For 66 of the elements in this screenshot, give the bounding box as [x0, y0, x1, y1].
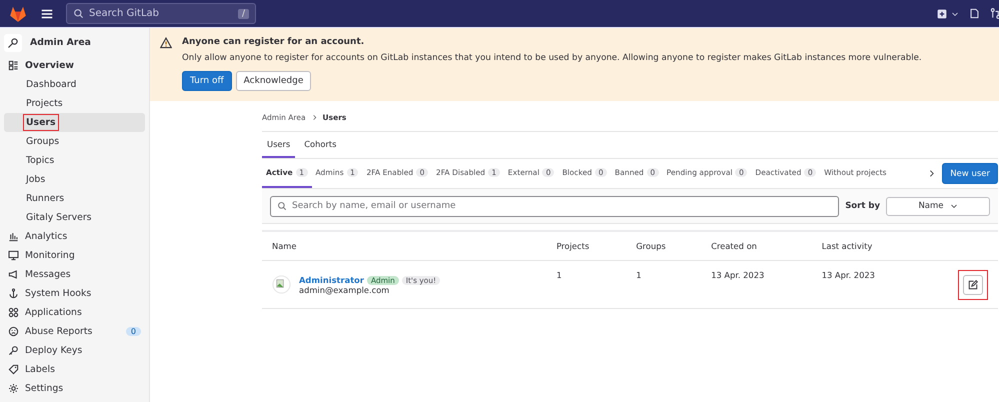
- sidebar-item[interactable]: Dashboard: [4, 74, 145, 94]
- sidebar-item[interactable]: Labels: [4, 360, 145, 379]
- search-icon: [73, 8, 84, 19]
- sidebar-item[interactable]: System Hooks: [4, 284, 145, 303]
- sidebar-item[interactable]: Gitaly Servers: [4, 208, 145, 227]
- table-cell: 1: [546, 260, 626, 308]
- sidebar-item[interactable]: Settings: [4, 378, 145, 398]
- table-cell: 13 Apr. 2023: [701, 260, 812, 308]
- column-header: Projects: [546, 231, 626, 260]
- analytics-icon: [8, 230, 19, 242]
- table-cell: 13 Apr. 2023: [812, 260, 922, 308]
- gitlab-logo-icon: [8, 4, 28, 22]
- new-dropdown-button[interactable]: [937, 8, 959, 18]
- key-icon: [8, 344, 19, 356]
- sort-label: Sort by: [845, 201, 880, 211]
- user-email: admin@example.com: [299, 284, 390, 294]
- count-badge: 0: [126, 326, 141, 336]
- sidebar-item[interactable]: Abuse Reports 0: [4, 322, 145, 341]
- plus-square-icon: [937, 8, 947, 18]
- caret-icon: [951, 10, 959, 18]
- sidebar-item[interactable]: Users: [4, 112, 145, 132]
- frown-face-icon: [8, 326, 19, 337]
- avatar-icon: [272, 275, 291, 294]
- user-name-link[interactable]: Administrator: [299, 274, 364, 284]
- megaphone-icon: [8, 268, 19, 280]
- new-user-button[interactable]: New user: [942, 163, 998, 184]
- sort-dropdown[interactable]: Name: [886, 196, 990, 216]
- tab[interactable]: Cohorts: [299, 132, 342, 158]
- sidebar-item[interactable]: Deploy Keys: [4, 340, 145, 360]
- column-header: Created on: [701, 231, 812, 260]
- sidebar-item[interactable]: Applications: [4, 302, 145, 322]
- search-field[interactable]: Search by name, email or username: [270, 196, 840, 216]
- monitor-icon: [8, 250, 19, 261]
- overview-icon: [8, 60, 19, 71]
- sidebar-item[interactable]: Groups: [4, 132, 145, 151]
- warning-icon: [160, 37, 172, 49]
- table-cell: 1: [626, 260, 702, 308]
- sidebar-item[interactable]: Analytics: [4, 226, 145, 246]
- anchor-icon: [8, 288, 19, 299]
- column-header: Groups: [626, 231, 702, 260]
- caret-icon: [950, 202, 958, 210]
- sidebar-item[interactable]: Monitoring: [4, 246, 145, 265]
- shortcut-key: /: [238, 8, 249, 18]
- chevron-right-icon: [310, 114, 318, 120]
- sidebar-item[interactable]: Runners: [4, 188, 145, 208]
- sidebar-item[interactable]: Jobs: [4, 170, 145, 189]
- sidebar-item[interactable]: Overview: [4, 56, 145, 75]
- sidebar-item[interactable]: Messages: [4, 264, 145, 284]
- column-header: Last activity: [812, 231, 922, 260]
- column-header: Name: [262, 231, 546, 260]
- acknowledge-button[interactable]: Acknowledge: [236, 71, 312, 91]
- edit-icon: [968, 280, 978, 290]
- tab[interactable]: Users: [262, 132, 296, 158]
- sidebar-item[interactable]: Topics: [4, 150, 145, 170]
- alert-message: Only allow anyone to register for accounts on GitLab instances that you intend to be used by anyone. Allowing anyone to register makes GitLab instances more vulnerable.: [182, 53, 922, 63]
- turn-off-button[interactable]: Turn off: [182, 71, 232, 91]
- label-icon: [8, 364, 19, 375]
- alert-title: Anyone can register for an account.: [182, 37, 366, 47]
- merge-request-icon: [990, 8, 999, 19]
- edit-button[interactable]: [963, 274, 983, 294]
- sidebar-item[interactable]: Projects: [4, 94, 145, 113]
- settings-icon: [8, 382, 19, 394]
- search-icon: [277, 201, 287, 211]
- search-field[interactable]: Search GitLab /: [66, 3, 256, 24]
- sidebar-title: Admin Area: [30, 37, 91, 48]
- applications-icon: [8, 306, 19, 318]
